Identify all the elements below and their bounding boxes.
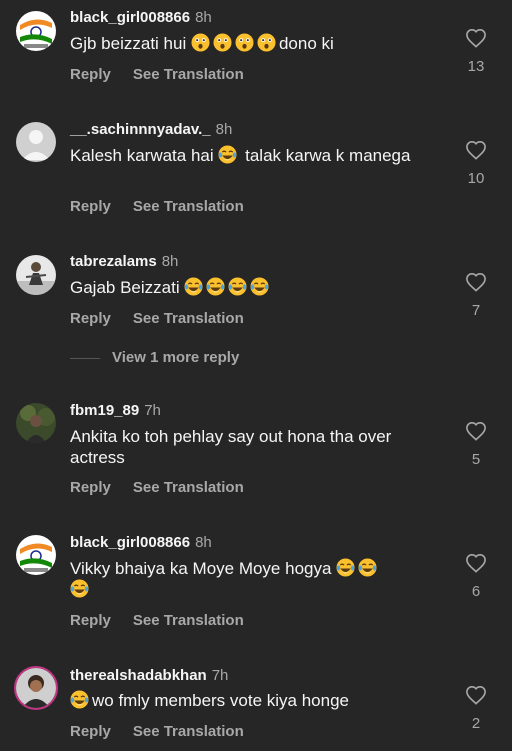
see-translation-button[interactable]: See Translation [133,612,244,629]
username[interactable]: __.sachinnnyadav._ [70,121,211,138]
view-more-replies-button[interactable]: View 1 more reply [70,349,239,366]
timestamp: 7h [211,667,229,684]
comment-header: __.sachinnnyadav._ 8h [70,121,232,138]
like-control: 6 [460,553,492,600]
like-count: 13 [467,58,485,75]
comment-text: wo fmly members vote kiya honge [70,690,450,711]
comment-header: tabrezalams 8h [70,253,178,270]
astonished-face-icon [191,33,210,52]
username[interactable]: fbm19_89 [70,402,139,419]
reply-button[interactable]: Reply [70,66,111,83]
view-more-replies-label[interactable]: View 1 more reply [112,349,239,366]
username[interactable]: therealshadabkhan [70,667,207,684]
avatar[interactable] [14,666,58,710]
comment-header: fbm19_89 7h [70,402,161,419]
timestamp: 8h [195,534,212,551]
face-with-tears-of-joy-icon [70,579,89,598]
comment-actions: Reply See Translation [70,612,244,629]
heart-icon[interactable] [465,421,487,441]
avatar[interactable] [16,122,56,162]
like-count: 2 [471,715,481,732]
heart-icon[interactable] [465,685,487,705]
see-translation-button[interactable]: See Translation [133,198,244,215]
heart-icon[interactable] [465,28,487,48]
reply-button[interactable]: Reply [70,310,111,327]
timestamp: 7h [144,402,161,419]
like-control: 5 [460,421,492,468]
face-with-tears-of-joy-icon [336,558,355,577]
face-with-tears-of-joy-icon [250,277,269,296]
like-count: 7 [471,302,481,319]
heart-icon[interactable] [465,272,487,292]
comment-header: black_girl008866 8h [70,9,212,26]
reply-button[interactable]: Reply [70,723,111,740]
comment-text-part: Vikky bhaiya ka Moye Moye hogya [70,559,332,578]
heart-icon[interactable] [465,140,487,160]
comment-header: therealshadabkhan 7h [70,667,228,684]
reply-button[interactable]: Reply [70,479,111,496]
comment-text-part: wo fmly members vote kiya honge [92,691,349,710]
divider [70,357,100,359]
comment-header: black_girl008866 8h [70,534,212,551]
timestamp: 8h [215,121,233,138]
face-with-tears-of-joy-icon [70,690,89,709]
face-with-tears-of-joy-icon [218,145,237,164]
astonished-face-icon [213,33,232,52]
astonished-face-icon [257,33,276,52]
username[interactable]: black_girl008866 [70,9,190,26]
see-translation-button[interactable]: See Translation [133,479,244,496]
comment-text-part: dono ki [278,34,334,53]
comment-text-part: Gjb beizzati hui [70,34,187,53]
face-with-tears-of-joy-icon [228,277,247,296]
like-control: 13 [460,28,492,75]
avatar[interactable] [16,255,56,295]
reply-button[interactable]: Reply [70,198,111,215]
comment-actions: Reply See Translation [70,723,244,740]
comment-text: Gajab Beizzati [70,277,450,298]
like-count: 10 [467,170,485,187]
comment-text: Vikky bhaiya ka Moye Moye hogya [70,558,430,600]
timestamp: 8h [195,9,212,26]
comment-text: Ankita ko toh pehlay say out hona tha ov… [70,426,450,468]
like-count: 6 [471,583,481,600]
avatar[interactable] [16,403,56,443]
see-translation-button[interactable]: See Translation [133,66,244,83]
username[interactable]: tabrezalams [70,253,157,270]
face-with-tears-of-joy-icon [358,558,377,577]
comment-actions: Reply See Translation [70,479,244,496]
comment-text-part: talak karwa k manega [245,146,411,165]
comment-text: Kalesh karwata hai talak karwa k manega [70,145,450,166]
like-count: 5 [471,451,481,468]
face-with-tears-of-joy-icon [184,277,203,296]
comment-text-part: Kalesh karwata hai [70,146,214,165]
username[interactable]: black_girl008866 [70,534,190,551]
avatar[interactable] [16,535,56,575]
see-translation-button[interactable]: See Translation [133,723,244,740]
like-control: 10 [460,140,492,187]
like-control: 2 [460,685,492,732]
see-translation-button[interactable]: See Translation [133,310,244,327]
comment-text-part: Ankita ko toh pehlay say out hona tha ov… [70,427,392,467]
comment-text-part: Gajab Beizzati [70,278,180,297]
comment-actions: Reply See Translation [70,310,244,327]
avatar[interactable] [16,11,56,51]
like-control: 7 [460,272,492,319]
astonished-face-icon [235,33,254,52]
comment-text: Gjb beizzati hui dono ki [70,33,450,54]
heart-icon[interactable] [465,553,487,573]
timestamp: 8h [161,253,179,270]
comment-actions: Reply See Translation [70,66,244,83]
reply-button[interactable]: Reply [70,612,111,629]
comment-actions: Reply See Translation [70,198,244,215]
face-with-tears-of-joy-icon [206,277,225,296]
